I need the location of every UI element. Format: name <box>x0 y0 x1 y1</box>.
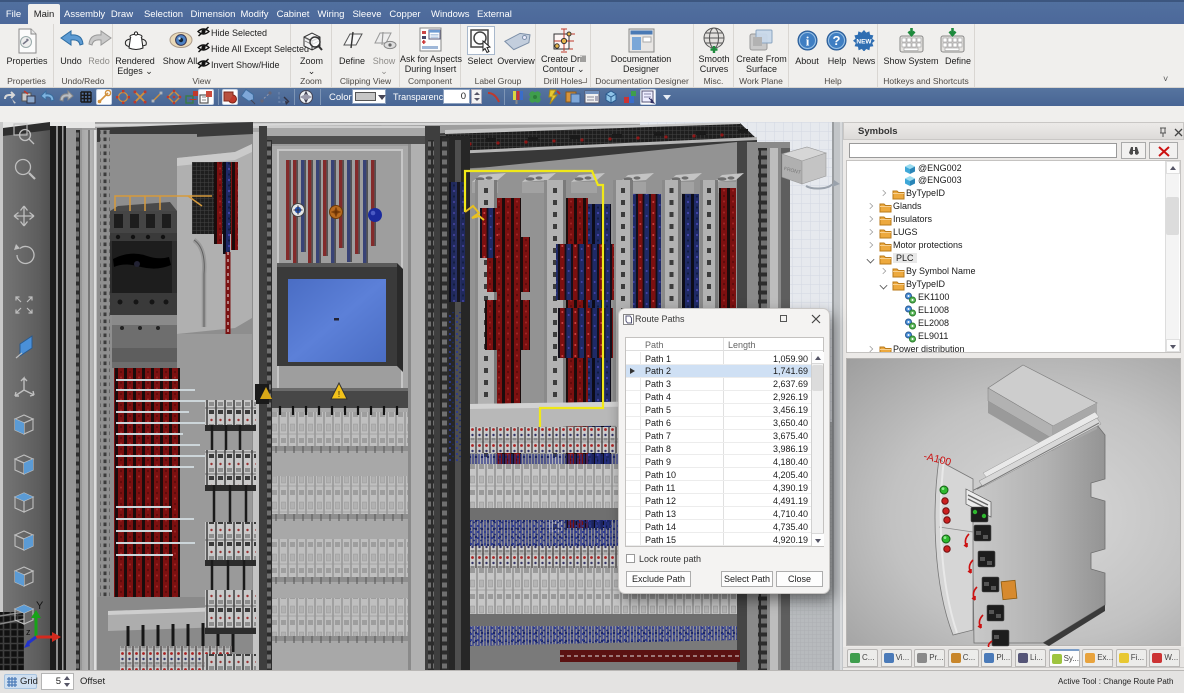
svg-text:NEW: NEW <box>856 39 872 46</box>
svg-text:?: ? <box>833 33 841 48</box>
svg-text:z: z <box>26 627 31 637</box>
svg-text:Y: Y <box>36 600 44 612</box>
svg-text:-A100: -A100 <box>922 450 952 468</box>
svg-text:!: ! <box>338 390 340 399</box>
svg-text:i: i <box>806 34 810 49</box>
